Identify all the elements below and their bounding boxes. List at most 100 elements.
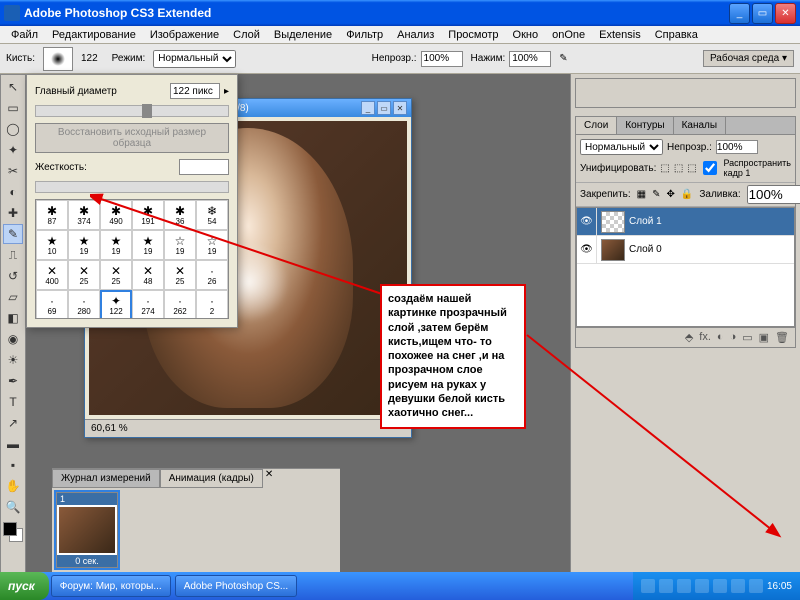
doc-minimize-button[interactable]: _ bbox=[361, 101, 375, 115]
menu-анализ[interactable]: Анализ bbox=[390, 27, 441, 43]
frame-duration[interactable]: 0 сек. bbox=[57, 555, 117, 567]
taskbar-item[interactable]: Форум: Мир, которы... bbox=[51, 575, 171, 597]
brush-preset[interactable]: ·274 bbox=[132, 290, 164, 319]
hardness-input[interactable] bbox=[179, 159, 229, 175]
brush-preset[interactable]: ✱36 bbox=[164, 200, 196, 230]
workspace-button[interactable]: Рабочая среда ▾ bbox=[703, 50, 794, 67]
tray-icon[interactable] bbox=[659, 579, 673, 593]
zoom-level[interactable]: 60,61 % bbox=[91, 423, 128, 434]
brush-preset[interactable]: ·69 bbox=[36, 290, 68, 319]
tab-animation[interactable]: Анимация (кадры) bbox=[160, 469, 263, 488]
opacity-input[interactable] bbox=[421, 51, 463, 67]
brush-preset[interactable]: ★19 bbox=[68, 230, 100, 260]
type-tool[interactable]: T bbox=[3, 392, 23, 412]
close-button[interactable]: ✕ bbox=[775, 3, 796, 24]
clock[interactable]: 16:05 bbox=[767, 581, 792, 592]
blend-mode-select[interactable]: Нормальный bbox=[153, 50, 236, 68]
tray-icon[interactable] bbox=[641, 579, 655, 593]
brush-preset[interactable]: ·2 bbox=[196, 290, 228, 319]
unify-icon[interactable]: ⬚ bbox=[660, 163, 669, 174]
brush-preset[interactable]: ✕25 bbox=[68, 260, 100, 290]
layer-fx-icon[interactable]: fx. bbox=[699, 331, 711, 344]
brush-preset[interactable]: ·262 bbox=[164, 290, 196, 319]
panel-tab-Контуры[interactable]: Контуры bbox=[617, 117, 673, 134]
pen-tool[interactable]: ✒ bbox=[3, 371, 23, 391]
layer-mask-icon[interactable]: ◐ bbox=[717, 331, 724, 344]
menu-extensis[interactable]: Extensis bbox=[592, 27, 648, 43]
heal-tool[interactable]: ✚ bbox=[3, 203, 23, 223]
link-layers-icon[interactable]: ⬘ bbox=[685, 331, 693, 344]
layer-blend-mode-select[interactable]: Нормальный bbox=[580, 139, 663, 155]
fill-input[interactable] bbox=[747, 185, 800, 204]
lasso-tool[interactable]: ◯ bbox=[3, 119, 23, 139]
brush-preset[interactable]: ✕400 bbox=[36, 260, 68, 290]
brush-preset[interactable]: ✱191 bbox=[132, 200, 164, 230]
diameter-input[interactable] bbox=[170, 83, 220, 99]
brush-preset[interactable]: ☆19 bbox=[196, 230, 228, 260]
adjustment-layer-icon[interactable]: ◑ bbox=[730, 331, 737, 344]
tray-icon[interactable] bbox=[695, 579, 709, 593]
menu-просмотр[interactable]: Просмотр bbox=[441, 27, 505, 43]
layer-row[interactable]: 👁Слой 0 bbox=[577, 236, 794, 264]
hand-tool[interactable]: ✋ bbox=[3, 476, 23, 496]
brush-popup-arrow-icon[interactable]: ▸ bbox=[224, 86, 229, 97]
menu-фильтр[interactable]: Фильтр bbox=[339, 27, 390, 43]
brush-preset[interactable]: ✦122 bbox=[100, 290, 132, 319]
zoom-tool[interactable]: 🔍 bbox=[3, 497, 23, 517]
brush-preset[interactable]: ✱87 bbox=[36, 200, 68, 230]
color-swatches[interactable] bbox=[3, 522, 23, 542]
brush-preview-dropdown[interactable] bbox=[43, 47, 73, 71]
menu-справка[interactable]: Справка bbox=[648, 27, 705, 43]
lock-position-icon[interactable]: ✥ bbox=[667, 189, 675, 200]
brush-preset[interactable]: ★10 bbox=[36, 230, 68, 260]
panel-tab-Слои[interactable]: Слои bbox=[576, 117, 617, 134]
maximize-button[interactable]: ▭ bbox=[752, 3, 773, 24]
blur-tool[interactable]: ◉ bbox=[3, 329, 23, 349]
gradient-tool[interactable]: ◧ bbox=[3, 308, 23, 328]
tray-icon[interactable] bbox=[713, 579, 727, 593]
brush-tool[interactable]: ✎ bbox=[3, 224, 23, 244]
doc-maximize-button[interactable]: ▭ bbox=[377, 101, 391, 115]
brush-preset[interactable]: ✱490 bbox=[100, 200, 132, 230]
lock-paint-icon[interactable]: ✎ bbox=[652, 189, 660, 200]
menu-выделение[interactable]: Выделение bbox=[267, 27, 339, 43]
brush-preset[interactable]: ✱374 bbox=[68, 200, 100, 230]
menu-редактирование[interactable]: Редактирование bbox=[45, 27, 143, 43]
flow-input[interactable] bbox=[509, 51, 551, 67]
stamp-tool[interactable]: ⎍ bbox=[3, 245, 23, 265]
delete-layer-icon[interactable]: 🗑 bbox=[775, 331, 789, 344]
tray-icon[interactable] bbox=[677, 579, 691, 593]
visibility-icon[interactable]: 👁 bbox=[577, 208, 597, 235]
unify-icon-3[interactable]: ⬚ bbox=[687, 163, 696, 174]
layer-opacity-input[interactable] bbox=[716, 140, 758, 154]
marquee-tool[interactable]: ▭ bbox=[3, 98, 23, 118]
menu-onone[interactable]: onOne bbox=[545, 27, 592, 43]
minimize-button[interactable]: _ bbox=[729, 3, 750, 24]
shape-tool[interactable]: ▬ bbox=[3, 434, 23, 454]
brush-preset[interactable]: ❄54 bbox=[196, 200, 228, 230]
eraser-tool[interactable]: ▱ bbox=[3, 287, 23, 307]
lock-all-icon[interactable]: 🔒 bbox=[681, 189, 693, 200]
tray-icon[interactable] bbox=[731, 579, 745, 593]
start-button[interactable]: пуск bbox=[0, 572, 49, 600]
menu-слой[interactable]: Слой bbox=[226, 27, 267, 43]
brush-preset[interactable]: ★19 bbox=[132, 230, 164, 260]
crop-tool[interactable]: ✂ bbox=[3, 161, 23, 181]
path-tool[interactable]: ↗ bbox=[3, 413, 23, 433]
brush-preset[interactable]: ★19 bbox=[100, 230, 132, 260]
history-brush-tool[interactable]: ↺ bbox=[3, 266, 23, 286]
brush-preset[interactable]: ·26 bbox=[196, 260, 228, 290]
move-tool[interactable]: ↖ bbox=[3, 77, 23, 97]
panel-tab-Каналы[interactable]: Каналы bbox=[674, 117, 727, 134]
notes-tool[interactable]: ▪ bbox=[3, 455, 23, 475]
propagate-checkbox[interactable] bbox=[701, 161, 720, 175]
tab-close-icon[interactable]: ✕ bbox=[265, 469, 273, 488]
taskbar-item[interactable]: Adobe Photoshop CS... bbox=[175, 575, 298, 597]
wand-tool[interactable]: ✦ bbox=[3, 140, 23, 160]
menu-файл[interactable]: Файл bbox=[4, 27, 45, 43]
brush-preset[interactable]: ✕48 bbox=[132, 260, 164, 290]
hardness-slider[interactable] bbox=[35, 181, 229, 193]
diameter-slider[interactable] bbox=[35, 105, 229, 117]
airbrush-icon[interactable]: ✎ bbox=[559, 53, 567, 64]
brush-preset[interactable]: ☆19 bbox=[164, 230, 196, 260]
